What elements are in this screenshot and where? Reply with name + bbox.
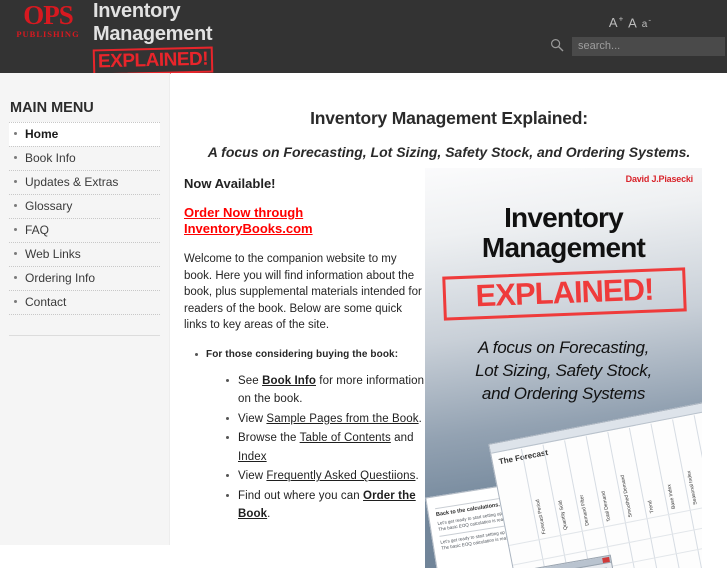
order-link-line-1: Order Now through bbox=[184, 205, 304, 220]
font-size-decrease-button[interactable]: a- bbox=[642, 16, 652, 30]
sidebar-item-label: Contact bbox=[25, 295, 67, 309]
grid-line bbox=[672, 419, 702, 568]
quicklinks-list: For those considering buying the book: S… bbox=[184, 348, 426, 524]
sidebar-item-book-info[interactable]: Book Info bbox=[9, 146, 160, 170]
sublink-post: . bbox=[418, 412, 422, 425]
site-header: OPS PUBLISHING Inventory Management EXPL… bbox=[0, 0, 727, 76]
sidebar-item-updates-extras[interactable]: Updates & Extras bbox=[9, 170, 160, 194]
site-title-block: Inventory Management EXPLAINED! bbox=[92, 0, 214, 76]
main-content: Inventory Management Explained: A focus … bbox=[171, 73, 727, 568]
order-link-line-2: InventoryBooks.com bbox=[184, 221, 313, 236]
cover-title-line-1: Inventory bbox=[504, 202, 624, 233]
font-size-normal-button[interactable]: A bbox=[628, 15, 637, 30]
search-input[interactable] bbox=[572, 36, 725, 56]
quicklinks-heading-item: For those considering buying the book: S… bbox=[195, 348, 426, 524]
cover-title: Inventory Management bbox=[425, 203, 702, 263]
sublink-post: . bbox=[415, 470, 419, 482]
ops-publishing-logo[interactable]: OPS PUBLISHING bbox=[8, 2, 88, 42]
sidebar: MAIN MENU Home Book Info Updates & Extra… bbox=[0, 73, 170, 545]
cover-subtitle: A focus on Forecasting, Lot Sizing, Safe… bbox=[425, 336, 702, 405]
sublink-pre: View bbox=[238, 470, 267, 482]
sidebar-item-label: Updates & Extras bbox=[25, 175, 119, 189]
left-column: Now Available! Order Now through Invento… bbox=[184, 176, 426, 525]
grid-line bbox=[607, 431, 640, 568]
book-info-link[interactable]: Book Info bbox=[262, 375, 316, 387]
sidebar-item-web-links[interactable]: Web Links bbox=[9, 242, 160, 266]
sidebar-item-contact[interactable]: Contact bbox=[9, 290, 160, 315]
font-size-increase-sup: + bbox=[618, 15, 625, 24]
sidebar-item-home[interactable]: Home bbox=[9, 122, 160, 146]
site-title-line-1: Inventory bbox=[93, 0, 181, 22]
search-box[interactable] bbox=[550, 36, 725, 56]
list-item: See Book Info for more information on th… bbox=[226, 372, 426, 409]
font-size-increase-button[interactable]: A+ bbox=[609, 15, 624, 30]
font-size-decrease-sup: - bbox=[648, 16, 652, 25]
sidebar-item-label: Ordering Info bbox=[25, 271, 96, 285]
sublink-pre: Find out where you can bbox=[238, 489, 364, 502]
cover-author-name: David J.Piasecki bbox=[625, 174, 694, 184]
sidebar-item-label: Web Links bbox=[25, 247, 81, 261]
page-title: Inventory Management Explained: bbox=[310, 108, 588, 128]
sublink-post: . bbox=[267, 508, 271, 520]
now-available-heading: Now Available! bbox=[184, 176, 276, 191]
sidebar-item-label: Home bbox=[25, 127, 59, 141]
font-size-controls: A+ A a- bbox=[609, 15, 652, 30]
sublink-pre: View bbox=[238, 412, 267, 425]
sidebar-item-label: Glossary bbox=[25, 199, 73, 213]
list-item: Find out where you can Order the Book. bbox=[226, 487, 426, 524]
search-icon[interactable] bbox=[550, 38, 564, 52]
site-title-line-2: Management bbox=[93, 23, 213, 45]
cover-spreadsheet-thumbnail: The Forecast Forecast Period Quantity So… bbox=[488, 401, 702, 568]
faq-link[interactable]: Frequently Asked Questiions bbox=[266, 470, 415, 482]
sample-pages-link[interactable]: Sample Pages from the Book bbox=[266, 413, 418, 425]
explained-stamp: EXPLAINED! bbox=[92, 46, 214, 76]
list-item: View Sample Pages from the Book. bbox=[226, 410, 426, 429]
welcome-paragraph: Welcome to the companion website to my b… bbox=[184, 253, 422, 331]
list-item: View Frequently Asked Questiions. bbox=[226, 467, 426, 486]
cover-subtitle-line-2: Lot Sizing, Safety Stock, bbox=[475, 361, 652, 380]
cover-title-line-2: Management bbox=[481, 232, 646, 263]
sidebar-item-label: FAQ bbox=[25, 223, 50, 237]
table-of-contents-link[interactable]: Table of Contents bbox=[300, 432, 391, 444]
sublinks-list: See Book Info for more information on th… bbox=[206, 372, 426, 524]
sublink-mid: and bbox=[390, 432, 414, 444]
spreadsheet-column-header: Trend bbox=[647, 499, 656, 514]
cover-subtitle-line-3: and Ordering Systems bbox=[481, 384, 646, 403]
close-icon bbox=[602, 556, 610, 564]
cover-subtitle-line-1: A focus on Forecasting, bbox=[477, 338, 650, 357]
index-link[interactable]: Index bbox=[238, 451, 267, 463]
logo-ops-text: OPS bbox=[23, 0, 74, 30]
sublink-pre: See bbox=[238, 374, 263, 387]
sublink-pre: Browse the bbox=[238, 432, 300, 444]
spreadsheet-column-header: Base Index bbox=[666, 483, 678, 510]
sidebar-item-faq[interactable]: FAQ bbox=[9, 218, 160, 242]
sidebar-item-glossary[interactable]: Glossary bbox=[9, 194, 160, 218]
order-now-link[interactable]: Order Now through InventoryBooks.com bbox=[184, 205, 426, 237]
spreadsheet-header-bar bbox=[489, 402, 702, 454]
book-cover-image[interactable]: David J.Piasecki Inventory Management EX… bbox=[425, 168, 702, 568]
sidebar-divider bbox=[9, 335, 160, 336]
quicklinks-heading-label: For those considering buying the book: bbox=[206, 348, 399, 360]
sidebar-item-ordering-info[interactable]: Ordering Info bbox=[9, 266, 160, 290]
cover-explained-stamp: EXPLAINED! bbox=[442, 267, 687, 321]
font-size-increase-label: A bbox=[608, 15, 619, 31]
list-item: Browse the Table of Contents and Index bbox=[226, 429, 426, 466]
sidebar-title: MAIN MENU bbox=[10, 100, 94, 116]
page-subtitle: A focus on Forecasting, Lot Sizing, Safe… bbox=[207, 144, 691, 160]
sidebar-item-label: Book Info bbox=[25, 151, 76, 165]
logo-publishing-text: PUBLISHING bbox=[16, 29, 80, 39]
sidebar-menu: Home Book Info Updates & Extras Glossary… bbox=[9, 122, 160, 315]
